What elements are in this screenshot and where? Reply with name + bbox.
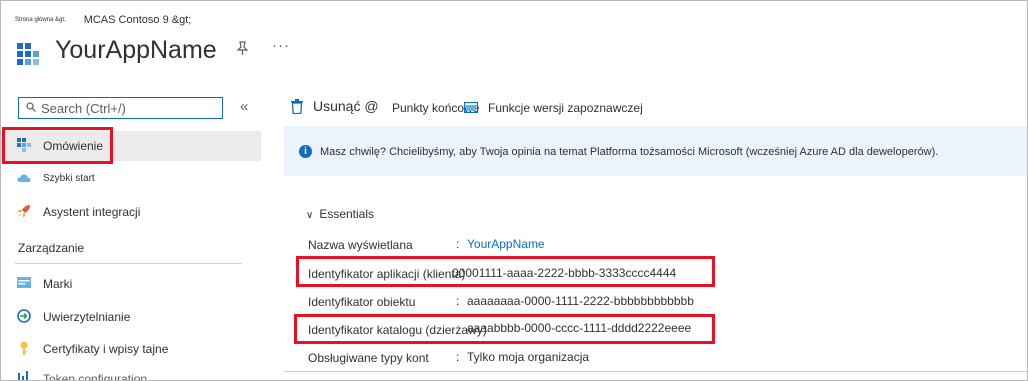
- sidebar-item-label: Asystent integracji: [43, 205, 141, 219]
- field-label-supported-account-types: Obsługiwane typy kont: [308, 351, 429, 365]
- app-registration-icon: [17, 43, 39, 65]
- search-icon: [26, 102, 36, 112]
- rocket-icon: [17, 205, 30, 218]
- pin-icon[interactable]: [236, 41, 249, 58]
- collapse-sidebar-button[interactable]: «: [240, 98, 248, 115]
- field-label-display-name: Nazwa wyświetlana: [308, 238, 413, 252]
- key-icon: [20, 341, 28, 355]
- page-title: YourAppName: [55, 36, 217, 64]
- breadcrumb-home[interactable]: Strona główna &gt;: [15, 17, 66, 23]
- sidebar-item-label: Uwierzytelnianie: [43, 310, 131, 324]
- highlight-box-overview: [2, 127, 113, 164]
- section-heading-manage: Zarządzanie: [18, 241, 85, 255]
- feedback-info-bar: i Masz chwilę? Chcielibyśmy, aby Twoja o…: [284, 126, 1027, 176]
- more-options-button[interactable]: ···: [272, 37, 290, 54]
- essentials-toggle[interactable]: ∨ Essentials: [306, 207, 374, 221]
- essentials-title: Essentials: [319, 207, 375, 221]
- preview-features-label: Funkcje wersji zapoznawczej: [488, 101, 643, 115]
- info-icon: i: [299, 145, 312, 158]
- field-label-object-id: Identyfikator obiektu: [308, 295, 416, 309]
- sidebar-item-quickstart[interactable]: Szybki start: [1, 164, 261, 194]
- field-value-object-id: aaaaaaaa-0000-1111-2222-bbbbbbbbbbbb: [467, 294, 694, 308]
- search-box[interactable]: [18, 97, 223, 119]
- field-separator: :: [456, 350, 460, 364]
- search-input[interactable]: [41, 99, 219, 117]
- highlight-box-tenant-id: [294, 314, 715, 344]
- sidebar-item-token-configuration[interactable]: Token configuration: [1, 364, 261, 381]
- app-window: Strona główna &gt; MCAS Contoso 9 &gt; Yo…: [0, 0, 1028, 381]
- breadcrumb: Strona główna &gt; MCAS Contoso 9 &gt;: [15, 14, 191, 26]
- sidebar-item-integration-assistant[interactable]: Asystent integracji: [1, 197, 261, 227]
- section-divider: [15, 263, 242, 264]
- field-value-display-name-link[interactable]: YourAppName: [467, 237, 545, 251]
- sidebar-item-label: Token configuration: [43, 372, 148, 381]
- preview-features-button[interactable]: Funkcje wersji zapoznawczej: [463, 101, 643, 115]
- info-bar-text[interactable]: Masz chwilę? Chcielibyśmy, aby Twoja opi…: [320, 146, 938, 158]
- sidebar-item-label: Szybki start: [43, 173, 95, 184]
- delete-button[interactable]: Usunąć @: [291, 98, 379, 115]
- field-separator: :: [456, 294, 460, 308]
- token-bars-icon: [18, 371, 28, 380]
- quickstart-cloud-icon: [17, 174, 31, 182]
- sidebar-item-label: Certyfikaty i wpisy tajne: [43, 342, 169, 356]
- breadcrumb-current[interactable]: MCAS Contoso 9 &gt;: [84, 14, 192, 26]
- sidebar-item-authentication[interactable]: Uwierzytelnianie: [1, 302, 261, 332]
- field-value-supported-account-types: Tylko moja organizacja: [467, 350, 590, 364]
- delete-button-label: Usunąć @: [313, 98, 379, 114]
- sidebar-item-certificates-secrets[interactable]: Certyfikaty i wpisy tajne: [1, 334, 261, 364]
- highlight-box-application-id: [296, 256, 715, 287]
- trash-icon: [291, 99, 303, 115]
- preview-icon: [463, 101, 479, 114]
- essentials-divider: [284, 371, 1027, 372]
- authentication-icon: [17, 309, 31, 323]
- branding-icon: [17, 277, 31, 288]
- field-separator: :: [456, 237, 460, 251]
- sidebar-item-label: Marki: [43, 277, 73, 291]
- sidebar-item-branding[interactable]: Marki: [1, 269, 261, 299]
- chevron-down-icon: ∨: [306, 210, 314, 221]
